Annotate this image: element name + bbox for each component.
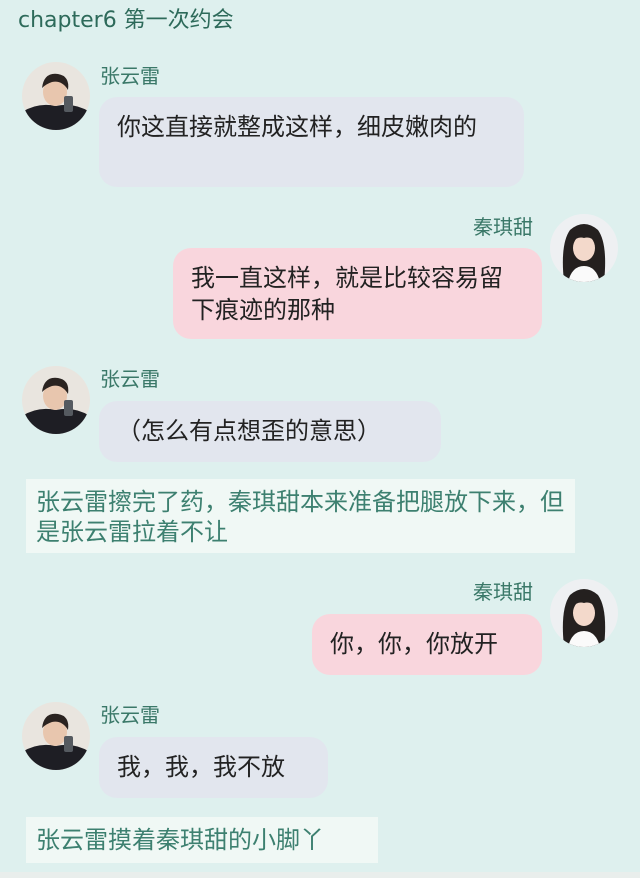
message-bubble-left[interactable]: 我，我，我不放 [99,737,328,798]
sender-name-zhangyunlei: 张云雷 [100,367,160,391]
message-bubble-right[interactable]: 我一直这样，就是比较容易留下痕迹的那种 [173,248,542,339]
sender-name-qinqitian: 秦琪甜 [473,580,533,604]
page-title: chapter6 第一次约会 [18,8,234,33]
male-avatar-icon[interactable] [22,702,90,770]
sender-name-zhangyunlei: 张云雷 [100,703,160,727]
sender-name-zhangyunlei: 张云雷 [100,64,160,88]
message-bubble-left[interactable]: （怎么有点想歪的意思） [99,401,441,462]
message-bubble-right[interactable]: 你，你，你放开 [312,614,542,675]
message-bubble-left[interactable]: 你这直接就整成这样，细皮嫩肉的 [99,97,524,187]
narration-text: 张云雷摸着秦琪甜的小脚丫 [26,817,378,863]
narration-text: 张云雷擦完了药，秦琪甜本来准备把腿放下来，但是张云雷拉着不让 [26,479,575,553]
male-avatar-icon[interactable] [22,62,90,130]
female-avatar-icon[interactable] [550,579,618,647]
bottom-divider [0,872,640,878]
sender-name-qinqitian: 秦琪甜 [473,215,533,239]
male-avatar-icon[interactable] [22,366,90,434]
female-avatar-icon[interactable] [550,214,618,282]
